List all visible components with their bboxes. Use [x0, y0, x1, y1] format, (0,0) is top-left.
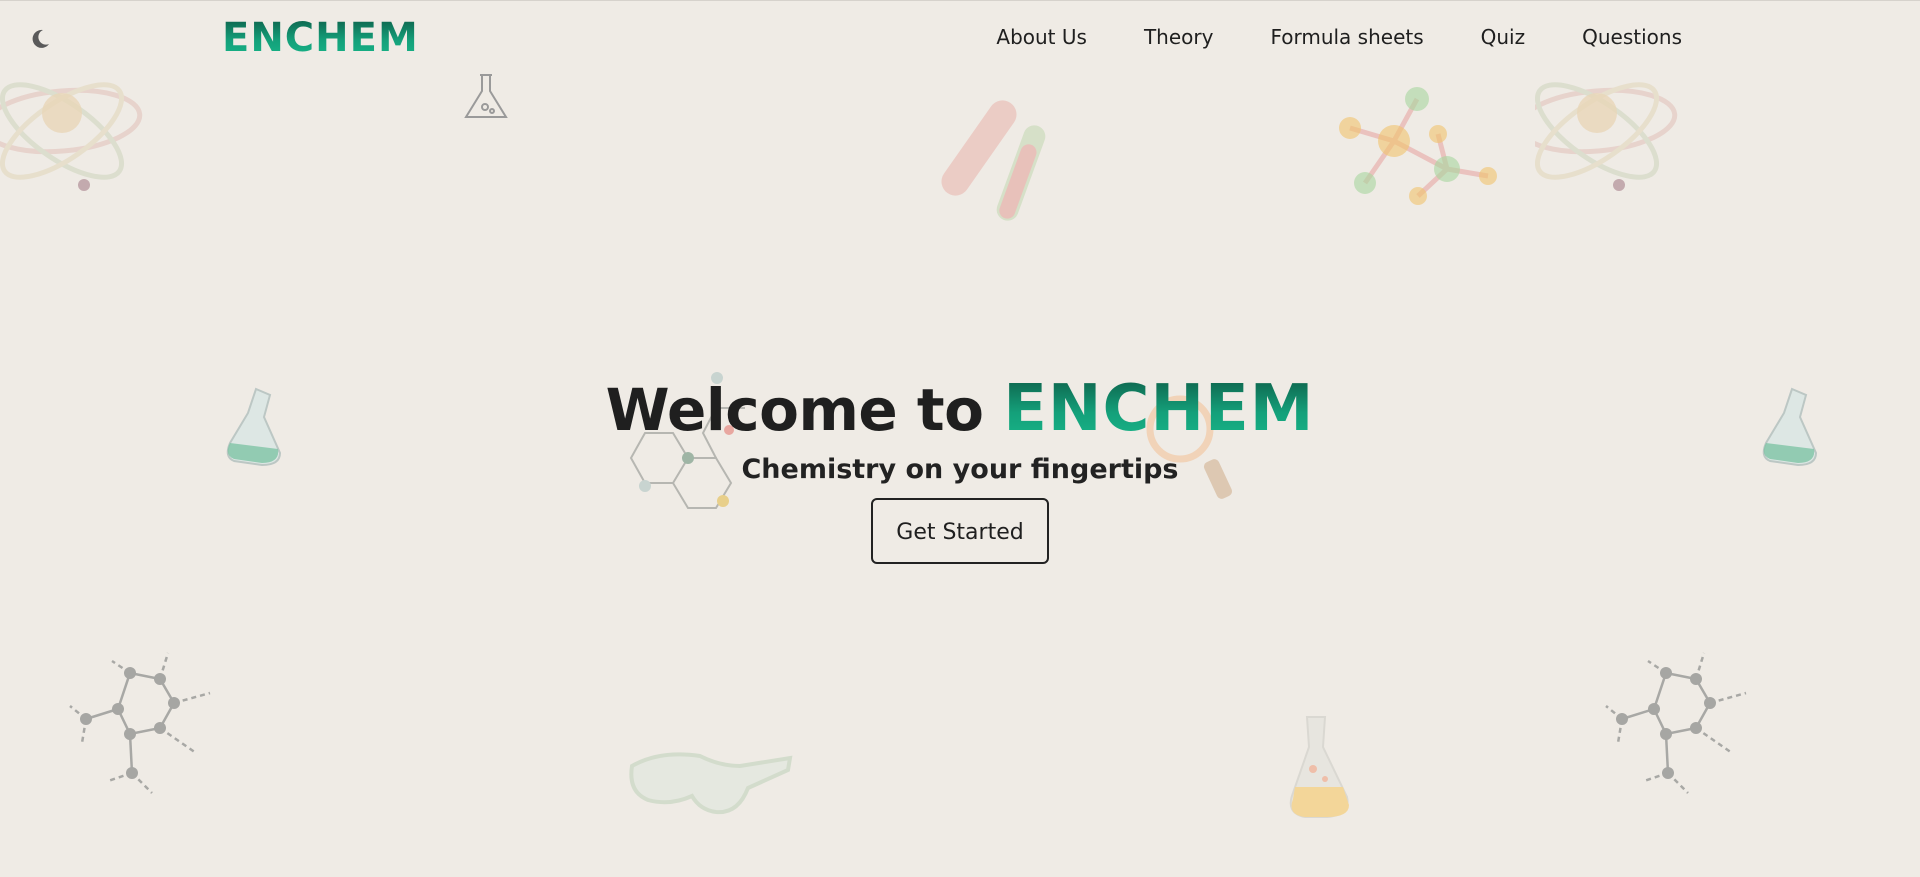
molecule-icon: [1339, 87, 1497, 205]
test-tubes-icon: [941, 100, 1046, 221]
top-nav: About Us Theory Formula sheets Quiz Ques…: [996, 23, 1682, 51]
hero-title-prefix: Welcome to: [605, 376, 984, 444]
hero: Welcome to ENCHEM Chemistry on your fing…: [0, 373, 1920, 564]
molecule-structure-icon: [69, 652, 211, 794]
moon-icon: [32, 29, 49, 48]
goggles-icon: [629, 752, 793, 815]
get-started-button[interactable]: Get Started: [871, 498, 1049, 564]
flask-icon: [1289, 716, 1349, 818]
nav-theory[interactable]: Theory: [1144, 23, 1214, 51]
hero-subtitle: Chemistry on your fingertips: [741, 454, 1179, 485]
molecule-structure-icon: [1605, 652, 1747, 794]
nav-quiz[interactable]: Quiz: [1481, 23, 1525, 51]
atom-icon: [1535, 82, 1678, 191]
logo[interactable]: ENCHEM: [222, 15, 419, 61]
theme-toggle-button[interactable]: [26, 25, 54, 53]
nav-questions[interactable]: Questions: [1582, 23, 1682, 51]
hero-title-brand: ENCHEM: [1003, 372, 1315, 446]
flask-outline-icon: [464, 74, 508, 118]
nav-about-us[interactable]: About Us: [996, 23, 1087, 51]
nav-formula-sheets[interactable]: Formula sheets: [1270, 23, 1423, 51]
atom-icon: [0, 82, 143, 191]
hero-title: Welcome to ENCHEM: [0, 373, 1920, 446]
